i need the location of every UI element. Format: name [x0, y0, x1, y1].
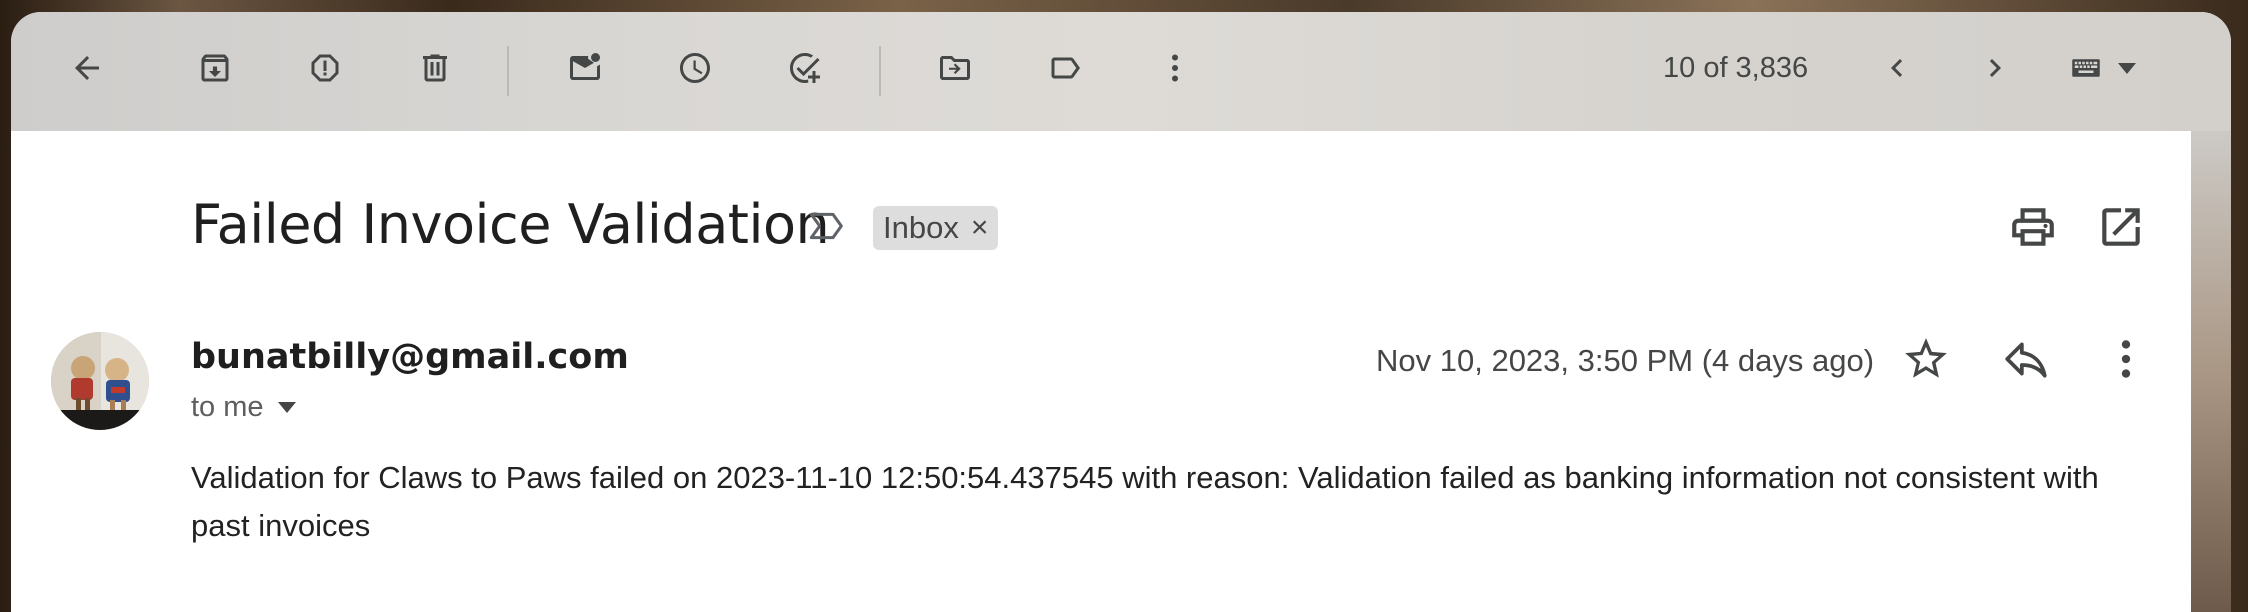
email-subject: Failed Invoice Validation — [191, 193, 830, 256]
chevron-right-icon — [1989, 59, 2001, 77]
more-button[interactable] — [1151, 44, 1199, 92]
email-body: Validation for Claws to Paws failed on 2… — [191, 460, 2099, 543]
toolbar-divider — [507, 46, 509, 96]
report-spam-icon — [311, 54, 339, 82]
open-in-new-icon — [2102, 208, 2140, 246]
print-all-button[interactable] — [2008, 202, 2058, 252]
more-vertical-icon — [2121, 340, 2131, 378]
folder-move-icon — [940, 56, 970, 80]
more-vertical-icon — [1172, 54, 1178, 82]
labels-button[interactable] — [1041, 44, 1089, 92]
show-details-chevron-down-icon[interactable] — [277, 402, 296, 413]
chevron-down-icon — [2118, 62, 2136, 74]
label-chip-text: Inbox — [883, 210, 959, 245]
mark-unread-button[interactable] — [561, 44, 609, 92]
add-task-icon — [790, 53, 820, 83]
move-to-button[interactable] — [931, 44, 979, 92]
input-tools-button[interactable] — [2055, 44, 2145, 92]
inbox-label-chip: Inbox × — [873, 206, 999, 250]
background-edge — [2191, 131, 2231, 612]
recipient-text: to me — [191, 391, 264, 423]
chevron-left-icon — [1891, 59, 1903, 77]
email-view: Failed Invoice Validation Inbox × bunatb… — [11, 131, 2191, 611]
message-more-button[interactable] — [2101, 334, 2151, 384]
sender-email[interactable]: bunatbilly@gmail.com — [191, 337, 629, 377]
back-button[interactable] — [63, 44, 111, 92]
sender-avatar[interactable] — [51, 332, 149, 430]
reply-icon — [2005, 342, 2047, 378]
open-in-new-window-button[interactable] — [2096, 202, 2146, 252]
toolbar-divider — [879, 46, 881, 96]
gmail-window: 10 of 3,836 Failed Invoice Validation In… — [11, 12, 2231, 612]
star-icon — [1905, 338, 1947, 378]
clock-icon — [680, 53, 710, 83]
add-task-button[interactable] — [781, 44, 829, 92]
older-button[interactable] — [1971, 44, 2019, 92]
delete-button[interactable] — [411, 44, 459, 92]
keyboard-icon — [2072, 59, 2100, 77]
mark-unread-icon — [570, 53, 600, 80]
remove-label-button[interactable]: × — [971, 211, 989, 245]
archive-button[interactable] — [191, 44, 239, 92]
avatar-photo — [51, 332, 149, 430]
email-date: Nov 10, 2023, 3:50 PM (4 days ago) — [1376, 343, 1875, 378]
importance-marker-icon[interactable] — [808, 206, 848, 246]
email-toolbar: 10 of 3,836 — [11, 12, 2231, 131]
recipient-line: to me — [191, 391, 296, 424]
message-counter: 10 of 3,836 — [1663, 52, 1809, 84]
trash-icon — [423, 54, 447, 82]
star-button[interactable] — [1901, 334, 1951, 384]
arrow-left-icon — [75, 56, 99, 80]
archive-icon — [201, 54, 229, 82]
snooze-button[interactable] — [671, 44, 719, 92]
newer-button[interactable] — [1873, 44, 1921, 92]
label-icon — [1051, 57, 1080, 79]
report-spam-button[interactable] — [301, 44, 349, 92]
printer-icon — [2012, 208, 2054, 246]
reply-button[interactable] — [2001, 334, 2051, 384]
